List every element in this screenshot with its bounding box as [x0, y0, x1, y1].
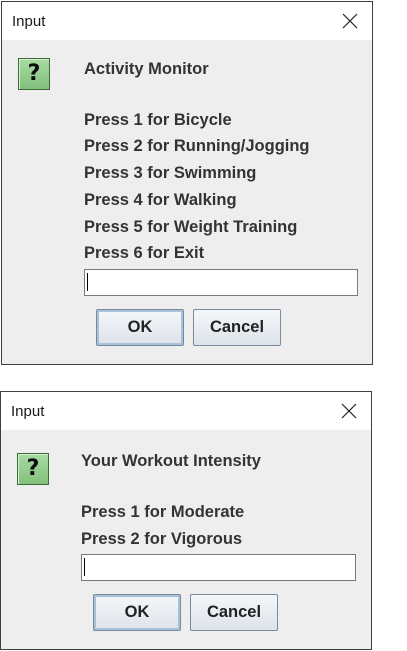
ok-button[interactable]: OK: [96, 309, 184, 346]
message-line: Press 4 for Walking: [84, 191, 237, 209]
title-bar: Input: [2, 2, 372, 40]
dialog-title: Input: [12, 13, 46, 30]
message-line: Press 1 for Bicycle: [84, 111, 232, 129]
close-button[interactable]: [328, 2, 372, 40]
close-icon: [342, 13, 358, 29]
close-button[interactable]: [327, 392, 371, 430]
text-caret: [84, 558, 85, 576]
workout-intensity-dialog: Input ? Your Workout Intensity Press 1 f…: [0, 391, 372, 650]
message-line: Press 6 for Exit: [84, 244, 205, 262]
text-caret: [87, 273, 88, 291]
choice-input[interactable]: [84, 269, 358, 296]
title-bar: Input: [1, 392, 371, 430]
activity-monitor-dialog: Input ? Activity Monitor Press 1 for Bic…: [1, 1, 373, 365]
close-icon: [341, 403, 357, 419]
message-line: Press 5 for Weight Training: [84, 218, 298, 236]
message-heading: Activity Monitor: [84, 60, 209, 78]
message-heading: Your Workout Intensity: [81, 452, 261, 470]
message-line: Press 3 for Swimming: [84, 164, 257, 182]
ok-button[interactable]: OK: [93, 594, 181, 631]
question-icon: ?: [18, 58, 50, 90]
message-line: Press 2 for Vigorous: [81, 530, 243, 548]
cancel-button[interactable]: Cancel: [193, 309, 281, 346]
dialog-title: Input: [11, 403, 45, 420]
question-icon: ?: [17, 453, 49, 485]
cancel-button[interactable]: Cancel: [190, 594, 278, 631]
message-line: Press 1 for Moderate: [81, 503, 245, 521]
message-line: Press 2 for Running/Jogging: [84, 137, 310, 155]
choice-input[interactable]: [81, 554, 356, 581]
